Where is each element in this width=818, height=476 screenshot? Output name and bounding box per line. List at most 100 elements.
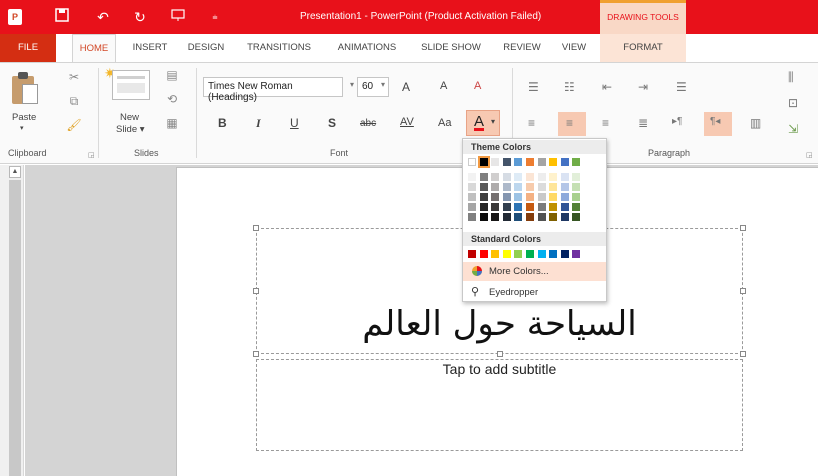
- powerpoint-app-icon[interactable]: P: [8, 9, 22, 25]
- section-icon[interactable]: ▦: [162, 116, 182, 130]
- color-swatch[interactable]: [503, 173, 511, 181]
- color-swatch[interactable]: [572, 193, 580, 201]
- color-swatch[interactable]: [538, 173, 546, 181]
- color-swatch[interactable]: [491, 173, 499, 181]
- resize-handle[interactable]: [253, 225, 259, 231]
- reset-icon[interactable]: ⟲: [162, 92, 182, 106]
- scroll-up-icon[interactable]: ▲: [9, 166, 21, 178]
- color-swatch[interactable]: [561, 250, 569, 258]
- grow-font-button[interactable]: A: [402, 80, 410, 94]
- tab-insert[interactable]: INSERT: [128, 34, 172, 62]
- color-swatch[interactable]: [503, 158, 511, 166]
- new-slide-label-line1[interactable]: New: [120, 112, 139, 123]
- redo-icon[interactable]: ↻: [130, 7, 150, 27]
- presenter-icon[interactable]: [168, 7, 188, 27]
- color-swatch[interactable]: [491, 193, 499, 201]
- tab-file[interactable]: FILE: [0, 34, 56, 62]
- color-swatch[interactable]: [514, 193, 522, 201]
- color-swatch[interactable]: [526, 158, 534, 166]
- color-swatch[interactable]: [572, 250, 580, 258]
- color-swatch[interactable]: [549, 193, 557, 201]
- paragraph-dialog-launcher-icon[interactable]: ◲: [806, 151, 813, 159]
- color-swatch[interactable]: [561, 158, 569, 166]
- tab-transitions[interactable]: TRANSITIONS: [244, 34, 314, 62]
- new-slide-label-line2[interactable]: Slide ▾: [116, 124, 145, 135]
- save-icon[interactable]: [52, 7, 72, 27]
- cut-icon[interactable]: ✂: [64, 70, 84, 84]
- color-swatch[interactable]: [561, 213, 569, 221]
- strikethrough-button[interactable]: abc: [360, 118, 376, 129]
- color-swatch[interactable]: [480, 203, 488, 211]
- tab-review[interactable]: REVIEW: [498, 34, 546, 62]
- color-swatch[interactable]: [538, 203, 546, 211]
- clipboard-dialog-launcher-icon[interactable]: ◲: [88, 151, 95, 159]
- color-swatch[interactable]: [503, 183, 511, 191]
- color-swatch[interactable]: [514, 158, 522, 166]
- color-swatch[interactable]: [561, 183, 569, 191]
- align-center-icon[interactable]: ≡: [566, 116, 573, 130]
- font-name-dropdown-icon[interactable]: ▾: [350, 80, 354, 89]
- color-swatch[interactable]: [526, 173, 534, 181]
- resize-handle[interactable]: [740, 225, 746, 231]
- change-case-button[interactable]: Aa: [438, 117, 451, 129]
- text-shadow-button[interactable]: S: [328, 116, 336, 130]
- numbering-icon[interactable]: ☷: [564, 80, 575, 94]
- color-swatch[interactable]: [572, 203, 580, 211]
- new-slide-button[interactable]: [112, 70, 150, 100]
- bullets-icon[interactable]: ☰: [528, 80, 539, 94]
- color-swatch[interactable]: [561, 173, 569, 181]
- customize-qat-icon[interactable]: ⩧: [205, 7, 225, 27]
- color-swatch[interactable]: [549, 183, 557, 191]
- color-swatch[interactable]: [514, 213, 522, 221]
- color-swatch[interactable]: [538, 158, 546, 166]
- bold-button[interactable]: B: [218, 116, 227, 130]
- color-swatch[interactable]: [468, 193, 476, 201]
- align-right-icon[interactable]: ≡: [602, 116, 609, 130]
- color-swatch[interactable]: [480, 173, 488, 181]
- subtitle-placeholder-text[interactable]: Tap to add subtitle: [256, 361, 743, 381]
- color-swatch[interactable]: [503, 250, 511, 258]
- more-colors-menu-item[interactable]: More Colors...: [463, 262, 606, 281]
- color-swatch[interactable]: [480, 183, 488, 191]
- color-swatch[interactable]: [514, 183, 522, 191]
- tab-format[interactable]: FORMAT: [608, 34, 678, 62]
- decrease-indent-icon[interactable]: ⇤: [602, 80, 612, 94]
- tab-view[interactable]: VIEW: [556, 34, 592, 62]
- color-swatch[interactable]: [538, 213, 546, 221]
- columns-icon[interactable]: ▥: [750, 116, 761, 130]
- paste-label[interactable]: Paste: [12, 112, 36, 123]
- increase-indent-icon[interactable]: ⇥: [638, 80, 648, 94]
- scrollbar-thumb[interactable]: [9, 180, 21, 476]
- color-swatch[interactable]: [538, 250, 546, 258]
- color-swatch[interactable]: [549, 158, 557, 166]
- color-swatch[interactable]: [468, 183, 476, 191]
- shrink-font-button[interactable]: A: [440, 80, 447, 92]
- character-spacing-button[interactable]: AV: [400, 116, 414, 128]
- tab-home[interactable]: HOME: [72, 34, 116, 62]
- color-swatch[interactable]: [549, 173, 557, 181]
- color-swatch[interactable]: [468, 213, 476, 221]
- line-spacing-icon[interactable]: ☰: [676, 80, 687, 94]
- font-color-button[interactable]: A ▾: [466, 110, 500, 136]
- color-swatch[interactable]: [549, 203, 557, 211]
- color-swatch[interactable]: [468, 203, 476, 211]
- rtl-icon[interactable]: ¶◂: [710, 116, 720, 127]
- color-swatch[interactable]: [514, 203, 522, 211]
- color-swatch[interactable]: [468, 158, 476, 166]
- color-swatch[interactable]: [526, 203, 534, 211]
- color-swatch[interactable]: [514, 173, 522, 181]
- color-swatch[interactable]: [538, 183, 546, 191]
- align-left-icon[interactable]: ≡: [528, 116, 535, 130]
- paste-button[interactable]: [12, 72, 40, 104]
- layout-icon[interactable]: ▤: [162, 68, 182, 82]
- color-swatch[interactable]: [549, 250, 557, 258]
- underline-button[interactable]: U: [290, 116, 299, 130]
- color-swatch[interactable]: [468, 250, 476, 258]
- color-swatch[interactable]: [480, 250, 488, 258]
- color-swatch[interactable]: [491, 213, 499, 221]
- color-swatch[interactable]: [478, 156, 490, 168]
- format-painter-icon[interactable]: 🖌: [64, 118, 84, 132]
- color-swatch[interactable]: [491, 183, 499, 191]
- resize-handle[interactable]: [740, 288, 746, 294]
- color-swatch[interactable]: [491, 250, 499, 258]
